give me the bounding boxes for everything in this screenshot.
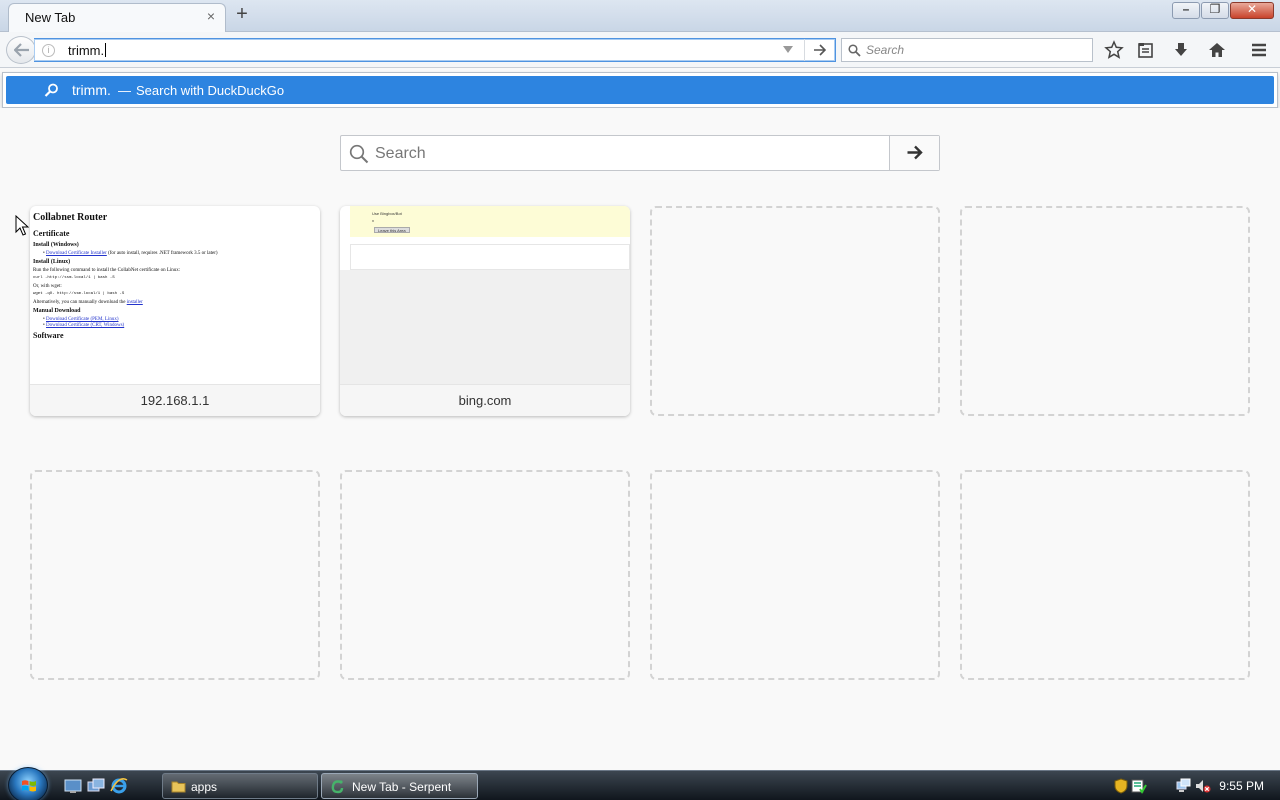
- taskbar: apps New Tab - Serpent 9:55 PM: [0, 767, 1280, 800]
- restore-icon[interactable]: ❐: [1201, 2, 1229, 19]
- thumb-title: Collabnet Router: [33, 212, 108, 223]
- go-button[interactable]: [804, 39, 834, 61]
- url-bar[interactable]: i trimm.: [34, 38, 836, 62]
- reading-list-icon[interactable]: [1136, 40, 1156, 60]
- download-icon[interactable]: [1171, 40, 1191, 60]
- tile-thumbnail: Use Bingbox/Bot x Leave this Area: [340, 206, 630, 384]
- close-icon[interactable]: ✕: [1230, 2, 1274, 19]
- taskbar-item-label: apps: [191, 780, 218, 794]
- newtab-search-box[interactable]: [340, 135, 940, 171]
- thumb-subheading: Install (Linux): [33, 259, 71, 265]
- thumb-band: [350, 244, 630, 270]
- thumb-code: curl -http://ssm.local/1 | bash -S: [33, 276, 115, 280]
- thumb-link: Download Certificate (CRT, Windows): [46, 323, 125, 328]
- empty-tile-placeholder: [650, 206, 940, 416]
- thumb-paragraph: Run the following command to install the…: [33, 268, 181, 273]
- start-button[interactable]: [8, 767, 48, 800]
- system-clock[interactable]: 9:55 PM: [1219, 779, 1264, 793]
- tile-caption: bing.com: [340, 384, 630, 416]
- toolbar-search-box[interactable]: [841, 38, 1093, 62]
- thumb-text: Use Bingbox/Bot: [372, 211, 402, 216]
- navigation-toolbar: i trimm.: [0, 32, 1280, 68]
- thumb-heading: Certificate: [33, 229, 70, 238]
- folder-icon: [171, 781, 186, 793]
- mouse-cursor-icon: [15, 215, 29, 236]
- tab-title: New Tab: [25, 10, 76, 25]
- shield-icon[interactable]: [1113, 778, 1129, 794]
- dropdown-icon[interactable]: [783, 46, 793, 53]
- action-center-icon[interactable]: [1131, 778, 1147, 794]
- toolbar-search-input[interactable]: [866, 42, 1086, 58]
- menu-icon[interactable]: [1249, 40, 1269, 60]
- empty-tile-placeholder: [30, 470, 320, 680]
- search-icon: [848, 44, 861, 57]
- thumb-paragraph: Or, with wget:: [33, 284, 62, 289]
- info-icon[interactable]: i: [42, 44, 55, 57]
- thumb-button: Leave this Area: [374, 227, 410, 233]
- minimize-icon[interactable]: –: [1172, 2, 1200, 19]
- newtab-search-input[interactable]: [375, 144, 885, 164]
- show-desktop-icon[interactable]: [64, 777, 82, 795]
- go-arrow-icon: [907, 145, 923, 160]
- tab-strip: New Tab × + – ❐ ✕: [0, 0, 1280, 32]
- empty-tile-placeholder: [340, 470, 630, 680]
- url-input[interactable]: trimm.: [68, 43, 106, 58]
- thumb-link: installer: [126, 300, 143, 305]
- windows-logo-icon: [22, 780, 36, 792]
- suggestion-separator: —: [118, 83, 131, 98]
- thumb-list-item: • Download Certificate (CRT, Windows): [43, 323, 125, 328]
- tab-close-icon[interactable]: ×: [203, 8, 219, 24]
- newtab-search-go-button[interactable]: [889, 136, 939, 170]
- autocomplete-popup: trimm. — Search with DuckDuckGo: [2, 72, 1278, 108]
- thumb-link: Download Certificate (PEM, Linux): [46, 317, 119, 322]
- tile-thumbnail: Collabnet Router Certificate Install (Wi…: [30, 206, 320, 384]
- thumb-list-item: • Download Certificate (PEM, Linux): [43, 317, 119, 322]
- network-icon[interactable]: [1176, 778, 1192, 794]
- thumb-subheading: Install (Windows): [33, 242, 79, 248]
- tile-caption: 192.168.1.1: [30, 384, 320, 416]
- window-switcher-icon[interactable]: [87, 777, 105, 795]
- thumb-list-item: • Download Certificate Installer (for au…: [43, 251, 218, 256]
- autocomplete-search-suggestion[interactable]: trimm. — Search with DuckDuckGo: [6, 76, 1274, 104]
- go-arrow-icon: [814, 44, 826, 56]
- thumb-note: (for auto install, requires .NET framewo…: [108, 251, 218, 256]
- thumb-code: wget -qO- http://ssm.local/1 | bash -S: [33, 292, 125, 296]
- thumb-link: Download Certificate Installer: [46, 251, 107, 256]
- empty-tile-placeholder: [960, 206, 1250, 416]
- back-arrow-icon: [14, 43, 29, 57]
- top-site-tile[interactable]: Collabnet Router Certificate Install (Wi…: [30, 206, 320, 416]
- thumb-text: Alternatively, you can manually download…: [33, 300, 126, 305]
- top-site-tile[interactable]: Use Bingbox/Bot x Leave this Area bing.c…: [340, 206, 630, 416]
- empty-tile-placeholder: [650, 470, 940, 680]
- thumb-heading: Software: [33, 331, 64, 340]
- thumb-subheading: Manual Download: [33, 308, 81, 314]
- volume-muted-icon[interactable]: [1195, 778, 1211, 794]
- search-icon: [44, 83, 58, 97]
- internet-explorer-icon[interactable]: [110, 777, 128, 795]
- taskbar-item-apps[interactable]: apps: [162, 773, 318, 799]
- search-icon: [349, 144, 369, 164]
- suggestion-query: trimm.: [72, 82, 111, 98]
- home-icon[interactable]: [1207, 40, 1227, 60]
- serpent-browser-icon: [331, 780, 344, 794]
- thumb-banner: Use Bingbox/Bot x Leave this Area: [350, 206, 630, 237]
- bookmark-star-icon[interactable]: [1104, 40, 1124, 60]
- thumb-background: [340, 270, 630, 384]
- empty-tile-placeholder: [960, 470, 1250, 680]
- tab-new-tab[interactable]: New Tab ×: [8, 3, 226, 32]
- thumb-text: x: [372, 218, 374, 223]
- suggestion-action: Search with DuckDuckGo: [136, 83, 285, 98]
- new-tab-button[interactable]: +: [232, 4, 252, 25]
- window-controls: – ❐ ✕: [1171, 2, 1274, 20]
- taskbar-item-browser[interactable]: New Tab - Serpent: [321, 773, 478, 799]
- new-tab-page: Collabnet Router Certificate Install (Wi…: [0, 108, 1280, 770]
- taskbar-item-label: New Tab - Serpent: [352, 780, 452, 794]
- thumb-paragraph: Alternatively, you can manually download…: [33, 300, 320, 305]
- back-button[interactable]: [6, 36, 36, 64]
